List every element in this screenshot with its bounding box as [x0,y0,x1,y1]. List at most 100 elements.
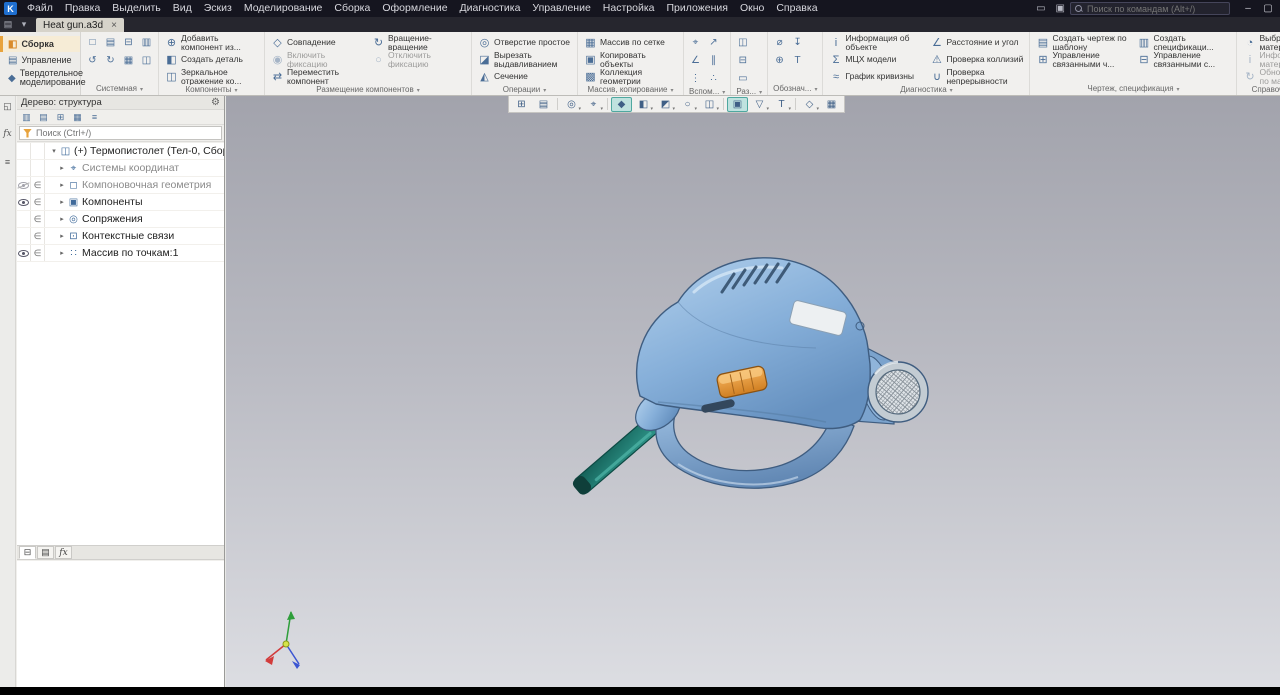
mode-management[interactable]: ▤ Управление [0,52,80,68]
group-label[interactable]: Операции [475,85,574,95]
group-label[interactable]: Чертеж, спецификация [1033,84,1233,95]
open-doc-icon[interactable]: ▤ [102,34,119,51]
manage-linked-specs-button[interactable]: ⊟Управление связанными с... [1134,51,1233,68]
maximize-button[interactable]: ▢ [1258,0,1278,17]
gear-icon[interactable]: ⚙ [211,97,220,108]
window-layout-icon[interactable]: ⊞ [511,97,532,112]
menu-edit[interactable]: Правка [59,0,106,17]
group-label[interactable]: Справочник мате... [1240,85,1280,95]
expander-icon[interactable]: ▸ [57,164,67,172]
geometry-collection-button[interactable]: ▩Коллекция геометрии [581,68,680,85]
display-mode-icon[interactable]: ◧ [633,97,654,112]
tree-item-coordinate-systems[interactable]: ▸ ⌖ Системы координат [17,160,224,177]
expander-icon[interactable]: ▾ [49,147,59,155]
mode-solid-modeling[interactable]: ◆ Твердотельное моделирование [0,68,80,88]
gun-body[interactable] [637,258,871,429]
menu-sketch[interactable]: Эскиз [198,0,238,17]
menu-select[interactable]: Выделить [106,0,166,17]
menu-modeling[interactable]: Моделирование [238,0,329,17]
minimize-button[interactable]: – [1238,0,1258,17]
tree-view-structure-icon[interactable]: ▥ [19,111,34,124]
expander-icon[interactable]: ▸ [57,198,67,206]
curvature-graph-button[interactable]: ≈График кривизны [826,68,925,85]
diameter-icon[interactable]: ⌀ [771,34,788,51]
heat-gun-3d-model[interactable] [226,96,1280,687]
group-label[interactable]: Системная [84,84,155,95]
section-view-icon[interactable]: ◫ [699,97,720,112]
aux-more-icon[interactable]: ⋮ [687,70,704,87]
filter-objects-icon[interactable]: ▽ [749,97,770,112]
tree-item-mates[interactable]: ∈ ▸ ◎ Сопряжения [17,211,224,228]
expander-icon[interactable]: ▸ [57,215,67,223]
frame-icon[interactable]: ▣ [1051,3,1070,14]
sheet-views-icon[interactable]: ▤ [533,97,554,112]
eye-icon[interactable] [18,199,29,206]
move-component-button[interactable]: ⇄Переместить компонент [268,68,367,85]
preview-icon[interactable]: ▦ [120,52,137,69]
command-search[interactable] [1070,2,1230,15]
create-specification-button[interactable]: ▥Создать спецификаци... [1134,34,1233,51]
menu-view[interactable]: Вид [167,0,198,17]
3d-viewport[interactable]: ⊞ ▤ ◎ ⌖ ◆ ◧ ◩ ○ ◫ ▣ ▽ T ◇ ▦ [226,96,1280,687]
save-icon[interactable]: ⊟ [120,34,137,51]
create-drawing-template-button[interactable]: ▤Создать чертеж по шаблону [1033,34,1132,51]
group-label[interactable]: Размещение компонентов [268,85,468,95]
tree-item-layout-geometry[interactable]: ∈ ▸ ◻ Компоновочная геометрия [17,177,224,194]
mirror-components-button[interactable]: ◫Зеркальное отражение ко... [162,68,261,85]
group-label[interactable]: Обознач... [771,84,819,95]
menu-diagnostics[interactable]: Диагностика [454,0,527,17]
annotation-size-icon[interactable]: T [771,97,792,112]
base-icon[interactable]: ⊕ [771,52,788,69]
group-label[interactable]: Вспом... [687,87,727,96]
expander-icon[interactable]: ▸ [57,181,67,189]
properties-icon[interactable]: ◫ [138,52,155,69]
document-tab[interactable]: Heat gun.a3d × [36,18,124,32]
grid-array-button[interactable]: ▦Массив по сетке [581,34,680,51]
tree-item-components[interactable]: ∈ ▸ ▣ Компоненты [17,194,224,211]
tab-structure[interactable]: ⊟ [19,546,36,559]
visibility-cell[interactable] [17,177,31,193]
aux-parallel-icon[interactable]: ∥ [705,52,722,69]
menu-assembly[interactable]: Сборка [328,0,376,17]
collision-check-button[interactable]: ⚠Проверка коллизий [927,51,1026,68]
undo-icon[interactable]: ↺ [84,52,101,69]
shading-icon[interactable]: ◩ [655,97,676,112]
group-label[interactable]: Компоненты [162,85,261,95]
command-search-input[interactable] [1087,4,1225,14]
expander-icon[interactable]: ▸ [57,232,67,240]
filter-icon[interactable] [23,129,32,138]
section-break-icon[interactable]: ⊟ [734,52,751,69]
tree-item-point-array[interactable]: ∈ ▸ ∷ Массив по точкам:1 [17,245,224,262]
manage-linked-drawings-button[interactable]: ⊞Управление связанными ч... [1033,51,1132,68]
group-label[interactable]: Раз... [734,87,764,96]
menu-settings[interactable]: Настройка [597,0,661,17]
copy-objects-button[interactable]: ▣Копировать объекты [581,51,680,68]
aux-point-icon[interactable]: ⌖ [687,34,704,51]
coincidence-button[interactable]: ◇Совпадение [268,34,367,51]
nozzle-face[interactable] [868,362,928,422]
section-plane-icon[interactable]: ▭ [734,70,751,87]
tree-item-context-links[interactable]: ∈ ▸ ⊡ Контекстные связи [17,228,224,245]
monitor-icon[interactable]: ▭ [1031,3,1050,14]
tab-variables[interactable]: fx [55,546,72,559]
section-local-icon[interactable]: ◫ [734,34,751,51]
visibility-cell[interactable] [17,143,31,159]
hide-objects-icon[interactable]: ○ [677,97,698,112]
mass-properties-button[interactable]: ΣМЦХ модели [826,51,925,68]
tree-grouping-icon[interactable]: ▦ [70,111,85,124]
tree-expand-icon[interactable]: ⊞ [53,111,68,124]
variables-fx-icon[interactable]: fx [1,127,15,141]
rotation-rotation-button[interactable]: ↻Вращение-вращение [369,34,468,51]
mode-assembly[interactable]: ◧ Сборка [0,36,80,52]
print-icon[interactable]: ▥ [138,34,155,51]
aux-axis-icon[interactable]: ↗ [705,34,722,51]
distance-angle-button[interactable]: ∠Расстояние и угол [927,34,1026,51]
visibility-cell[interactable] [17,245,31,261]
grid-icon[interactable]: ▦ [821,97,842,112]
visibility-cell[interactable] [17,160,31,176]
tree-item-root-assembly[interactable]: ▾ ◫ (+) Термопистолет (Тел-0, Сборочных … [17,143,224,160]
expander-icon[interactable]: ▸ [57,249,67,257]
menu-help[interactable]: Справка [770,0,823,17]
section-button[interactable]: ◭Сечение [475,68,574,85]
tree-view-order-icon[interactable]: ▤ [36,111,51,124]
